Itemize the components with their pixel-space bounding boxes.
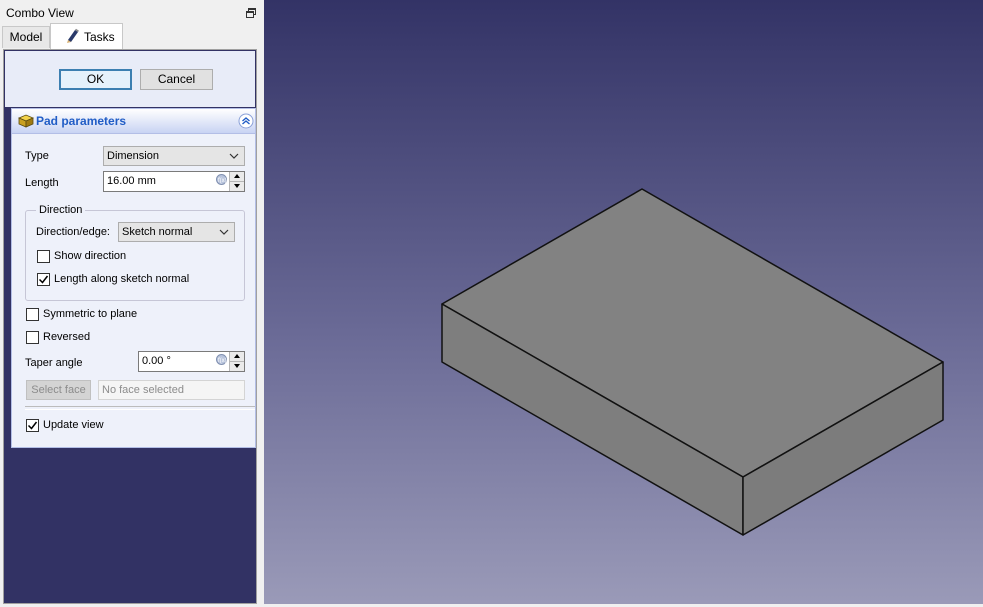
symmetric-label: Symmetric to plane bbox=[43, 308, 138, 320]
direction-group-title: Direction bbox=[36, 204, 86, 216]
chevron-down-icon bbox=[229, 153, 239, 159]
chevron-down-icon bbox=[219, 229, 229, 235]
update-view-checkbox[interactable] bbox=[26, 419, 39, 432]
taper-angle-value: 0.00 ° bbox=[142, 355, 171, 367]
type-label: Type bbox=[25, 150, 49, 162]
symmetric-checkbox[interactable] bbox=[26, 308, 39, 321]
pad-parameters-body: Type Dimension Length 16.00 mm f(x) Dire… bbox=[12, 134, 255, 447]
combo-view-tabs: Model Tasks bbox=[0, 23, 261, 49]
pencil-icon bbox=[67, 28, 79, 43]
expression-icon[interactable]: f(x) bbox=[216, 354, 227, 365]
type-select-value: Dimension bbox=[107, 150, 159, 162]
pad-icon bbox=[18, 114, 34, 128]
reversed-label: Reversed bbox=[43, 331, 91, 343]
combo-view-title: Combo View bbox=[6, 6, 74, 20]
length-along-normal-checkbox[interactable] bbox=[37, 273, 50, 286]
cancel-button[interactable]: Cancel bbox=[140, 69, 213, 90]
taper-angle-input[interactable]: 0.00 ° f(x) bbox=[138, 351, 245, 372]
length-step-down[interactable] bbox=[229, 182, 244, 191]
svg-text:f(x): f(x) bbox=[218, 178, 227, 184]
taper-angle-label: Taper angle bbox=[25, 357, 83, 369]
task-panel: OK Cancel Pad parameters Type Dimension … bbox=[3, 49, 257, 604]
select-face-button[interactable]: Select face bbox=[26, 380, 91, 400]
combo-view-titlebar: Combo View bbox=[0, 3, 261, 23]
length-label: Length bbox=[25, 177, 59, 189]
combo-view: Combo View Model Tasks OK Cancel Pad par… bbox=[0, 0, 261, 604]
length-input-value: 16.00 mm bbox=[107, 175, 156, 187]
direction-edge-select[interactable]: Sketch normal bbox=[118, 222, 235, 242]
tab-tasks[interactable]: Tasks bbox=[50, 23, 123, 49]
show-direction-checkbox[interactable] bbox=[37, 250, 50, 263]
taper-step-down[interactable] bbox=[229, 362, 244, 371]
tab-tasks-label: Tasks bbox=[84, 30, 115, 44]
collapse-icon[interactable] bbox=[238, 113, 254, 129]
length-along-normal-label: Length along sketch normal bbox=[54, 273, 190, 285]
pad-parameters-title: Pad parameters bbox=[36, 114, 127, 128]
reversed-checkbox[interactable] bbox=[26, 331, 39, 344]
separator bbox=[25, 406, 255, 410]
undock-icon[interactable] bbox=[245, 7, 257, 19]
direction-edge-value: Sketch normal bbox=[122, 226, 193, 238]
face-field[interactable]: No face selected bbox=[98, 380, 245, 400]
length-step-up[interactable] bbox=[229, 172, 244, 182]
update-view-label: Update view bbox=[43, 419, 104, 431]
length-input[interactable]: 16.00 mm f(x) bbox=[103, 171, 245, 192]
check-icon bbox=[38, 275, 49, 284]
3d-viewport[interactable] bbox=[264, 0, 983, 604]
pad-parameters-box: Pad parameters Type Dimension Length 16.… bbox=[11, 108, 256, 448]
viewport-canvas[interactable] bbox=[264, 0, 983, 604]
check-icon bbox=[27, 421, 38, 430]
type-select[interactable]: Dimension bbox=[103, 146, 245, 166]
show-direction-label: Show direction bbox=[54, 250, 127, 262]
tab-model[interactable]: Model bbox=[2, 26, 50, 48]
pad-parameters-header[interactable]: Pad parameters bbox=[12, 109, 255, 134]
direction-edge-label: Direction/edge: bbox=[36, 226, 110, 238]
dialog-button-area: OK Cancel bbox=[5, 51, 255, 107]
svg-text:f(x): f(x) bbox=[218, 358, 227, 364]
ok-button[interactable]: OK bbox=[59, 69, 132, 90]
expression-icon[interactable]: f(x) bbox=[216, 174, 227, 185]
taper-step-up[interactable] bbox=[229, 352, 244, 362]
